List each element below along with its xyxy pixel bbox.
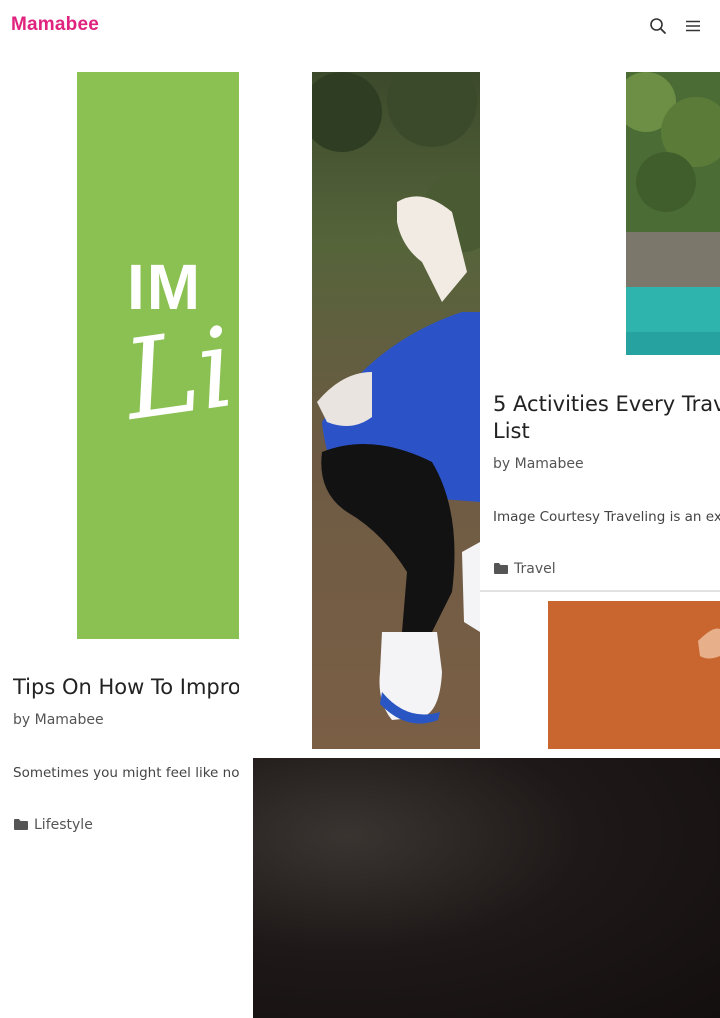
post-category-label[interactable]: Lifestyle — [34, 817, 93, 833]
post-image-orange[interactable] — [548, 601, 720, 749]
travel-illustration — [626, 72, 720, 355]
post-category-label[interactable]: Travel — [514, 561, 556, 577]
post-author[interactable]: by Mamabee — [493, 456, 584, 472]
post-image-lifestyle[interactable]: IM Li — [77, 72, 239, 639]
orange-illustration — [698, 628, 720, 659]
menu-icon[interactable] — [684, 17, 702, 35]
post-image-travel[interactable] — [626, 72, 720, 355]
fitness-illustration — [312, 72, 480, 724]
post-excerpt: Sometimes you might feel like not — [13, 765, 239, 781]
post-author[interactable]: by Mamabee — [13, 712, 104, 728]
post-category[interactable]: Lifestyle — [13, 817, 93, 833]
post-title-line[interactable]: 5 Activities Every Trav — [493, 392, 720, 416]
site-header: Mamabee — [0, 0, 720, 54]
post-excerpt: Image Courtesy Traveling is an ex — [493, 509, 720, 525]
search-icon[interactable] — [649, 17, 667, 35]
post-title-travel[interactable]: 5 Activities Every Trav List — [493, 391, 720, 445]
folder-icon — [14, 819, 28, 830]
image-overlay-script: Li — [116, 303, 239, 445]
post-image-dark[interactable] — [253, 758, 720, 1018]
folder-icon — [494, 563, 508, 574]
divider — [480, 590, 720, 592]
post-title-line[interactable]: List — [493, 419, 530, 443]
post-category[interactable]: Travel — [493, 561, 556, 577]
post-image-fitness[interactable] — [312, 72, 480, 749]
post-title-lifestyle[interactable]: Tips On How To Impro — [13, 674, 239, 701]
site-logo[interactable]: Mamabee — [11, 14, 99, 36]
